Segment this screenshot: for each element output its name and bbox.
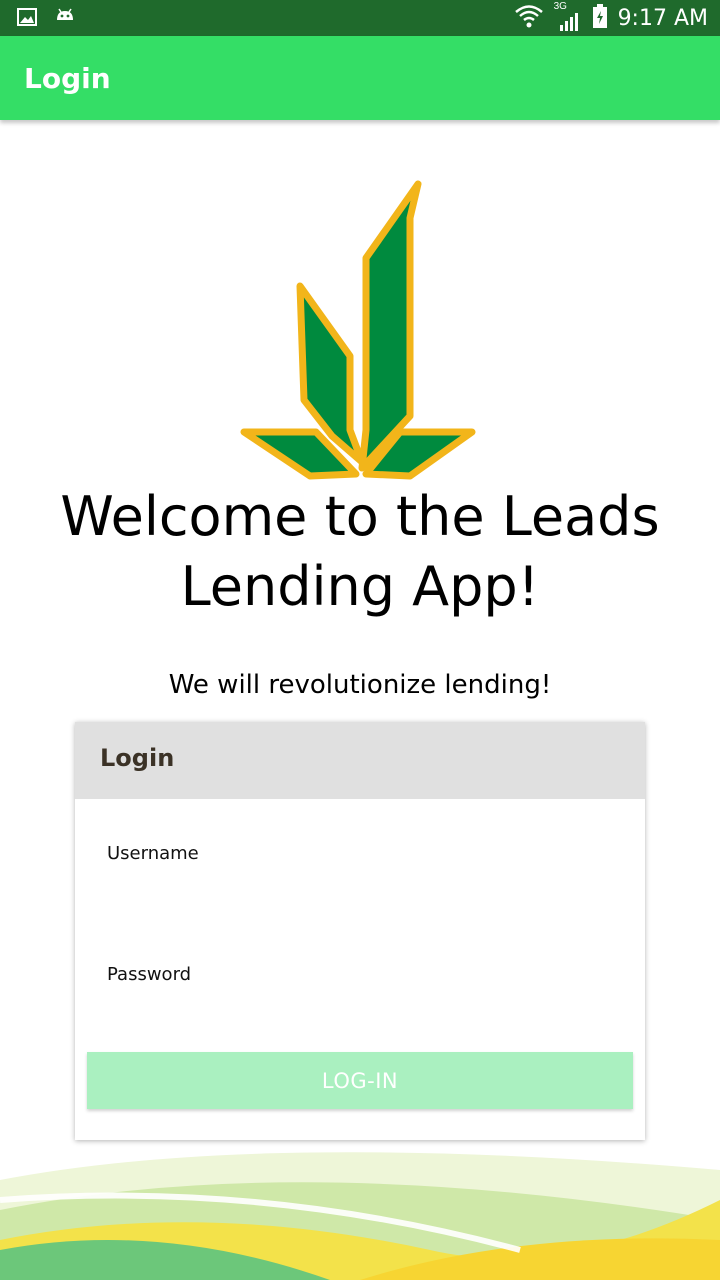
leads-lending-logo [236,178,480,484]
status-time: 9:17 AM [617,5,708,31]
background-swoosh [0,1152,720,1280]
welcome-line-2: Lending App! [180,555,540,618]
login-card-header: Login [75,722,645,799]
app-bar: Login [0,36,720,120]
network-type-label: 3G [553,1,567,12]
welcome-line-1: Welcome to the Leads [60,485,660,548]
android-icon [54,6,76,33]
battery-icon [592,3,608,34]
status-bar: 3G 9:17 AM [0,0,720,36]
password-label: Password [107,964,192,985]
login-card: Login Username Password LOG-IN [75,722,645,1140]
wifi-icon [514,3,544,34]
image-icon [16,6,38,33]
username-input[interactable] [107,872,617,918]
app-bar-title: Login [24,62,111,95]
login-button[interactable]: LOG-IN [87,1052,633,1109]
signal-3g-icon: 3G [553,1,582,33]
login-card-title: Login [100,744,175,772]
username-label: Username [107,843,199,864]
welcome-heading: Welcome to the Leads Lending App! [0,482,720,622]
password-input[interactable] [107,992,617,1038]
tagline: We will revolutionize lending! [168,670,552,700]
